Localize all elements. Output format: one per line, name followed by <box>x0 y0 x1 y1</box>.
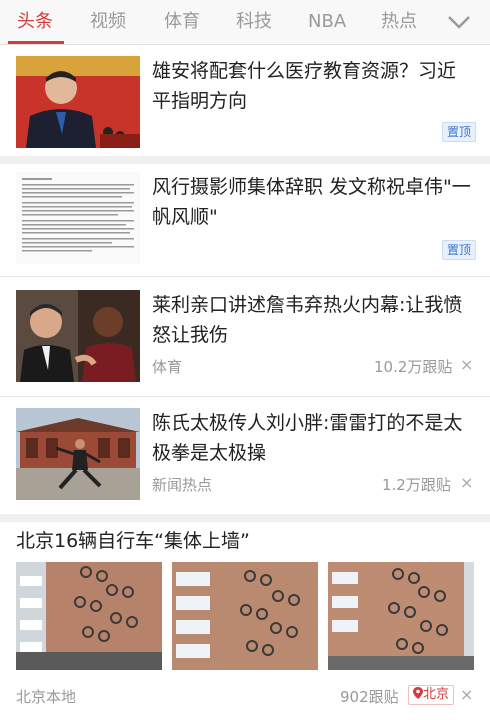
section-divider <box>0 514 490 522</box>
article-2-title[interactable]: 风行摄影师集体辞职 发文称祝卓伟"一帆风顺" <box>152 172 472 232</box>
row-divider <box>0 396 490 397</box>
location-label: 北京 <box>423 687 450 702</box>
dismiss-icon[interactable]: × <box>460 473 473 492</box>
article-1-title[interactable]: 雄安将配套什么医疗教育资源？习近平指明方向 <box>152 56 472 116</box>
tab-sports[interactable]: 体育 <box>164 0 200 44</box>
row-divider <box>0 276 490 277</box>
comment-count[interactable]: 10.2万跟贴 <box>374 356 452 377</box>
dismiss-icon[interactable]: × <box>460 685 473 704</box>
pinned-badge: 置顶 <box>442 122 477 142</box>
tab-video[interactable]: 视频 <box>90 0 126 44</box>
category-tab-bar: 头条 视频 体育 科技 NBA 热点 <box>0 0 490 45</box>
tab-hot[interactable]: 热点 <box>381 0 417 44</box>
comment-count[interactable]: 902跟贴 <box>340 686 399 707</box>
gallery-source: 北京本地 <box>16 688 77 706</box>
dismiss-icon[interactable]: × <box>460 355 473 374</box>
pinned-badge: 置顶 <box>442 240 477 260</box>
comment-count[interactable]: 1.2万跟贴 <box>382 474 451 495</box>
tab-tech[interactable]: 科技 <box>236 0 272 44</box>
active-tab-indicator <box>8 41 64 44</box>
article-4-title[interactable]: 陈氏太极传人刘小胖:雷雷打的不是太极拳是太极操 <box>152 408 472 468</box>
article-1-thumbnail[interactable] <box>16 56 140 148</box>
gallery-image-3[interactable] <box>328 562 474 670</box>
article-source: 新闻热点 <box>152 476 213 494</box>
gallery-image-1[interactable] <box>16 562 162 670</box>
section-divider <box>0 156 490 164</box>
tab-nba[interactable]: NBA <box>308 0 346 44</box>
tab-headlines[interactable]: 头条 <box>17 0 53 44</box>
location-badge[interactable]: 北京 <box>408 685 455 705</box>
gallery-image-2[interactable] <box>172 562 318 670</box>
article-3-thumbnail[interactable] <box>16 290 140 382</box>
gallery-title[interactable]: 北京16辆自行车“集体上墙” <box>16 526 250 553</box>
location-pin-icon <box>413 687 423 699</box>
article-4-thumbnail[interactable] <box>16 408 140 500</box>
chevron-down-icon[interactable] <box>446 12 472 32</box>
article-source: 体育 <box>152 358 183 376</box>
article-3-title[interactable]: 莱利亲口讲述詹韦弃热火内幕:让我愤怒让我伤 <box>152 290 472 350</box>
article-2-thumbnail[interactable] <box>16 172 140 264</box>
